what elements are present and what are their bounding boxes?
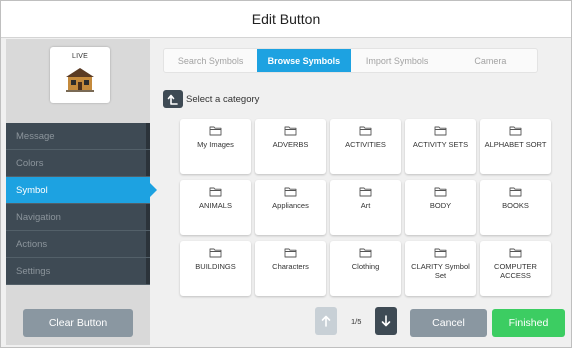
sidebar-item-edge (146, 231, 150, 257)
sidebar: LIVE Message Colors Symbol Navigation Action… (6, 39, 157, 345)
clear-button[interactable]: Clear Button (23, 309, 133, 337)
arrow-up-return-icon (167, 94, 178, 105)
folder-icon (284, 187, 297, 197)
button-preview: LIVE (50, 47, 110, 103)
page-up-button[interactable] (315, 307, 337, 335)
page-indicator: 1/5 (351, 316, 362, 326)
title-bar: Edit Button (1, 1, 571, 38)
sidebar-item-label: Navigation (16, 211, 61, 223)
folder-icon (209, 187, 222, 197)
live-label: LIVE (72, 53, 88, 60)
category-tile-activity-sets[interactable]: ACTIVITY SETS (405, 119, 476, 174)
pager: 1/5 (315, 307, 398, 335)
category-tile-label: ACTIVITIES (345, 140, 386, 149)
folder-icon (509, 248, 522, 258)
category-tile-art[interactable]: Art (330, 180, 401, 235)
category-tile-clarity-symbol-set[interactable]: CLARITY Symbol Set (405, 241, 476, 296)
folder-icon (284, 248, 297, 258)
tab-import-symbols[interactable]: Import Symbols (351, 49, 444, 72)
dialog-title: Edit Button (251, 11, 321, 27)
sidebar-item-label: Settings (16, 265, 51, 277)
category-tile-label: BODY (429, 201, 452, 210)
folder-icon (209, 248, 222, 258)
category-tile-label: Appliances (272, 201, 309, 210)
category-tile-label: Clothing (351, 262, 380, 271)
category-tile-label: BOOKS (502, 201, 529, 210)
sidebar-item-label: Actions (16, 238, 48, 250)
tab-camera[interactable]: Camera (444, 49, 537, 72)
category-tile-label: COMPUTER ACCESS (494, 262, 537, 280)
symbol-tabs: Search Symbols Browse Symbols Import Symbo… (163, 48, 538, 73)
sidebar-item-actions[interactable]: Actions (6, 231, 150, 258)
category-tile-my-images[interactable]: My Images (180, 119, 251, 174)
cancel-button[interactable]: Cancel (410, 309, 487, 337)
category-tile-appliances[interactable]: Appliances (255, 180, 326, 235)
folder-icon (509, 187, 522, 197)
sidebar-item-edge (146, 123, 150, 149)
category-grid: My Images ADVERBS ACTIVITIES ACTIVITY SETS A… (180, 119, 566, 296)
house-icon (66, 68, 94, 92)
category-tile-label: ANIMALS (199, 201, 232, 210)
edit-button-dialog: Edit Button LIVE Message Colors Symbol Navi… (0, 0, 572, 348)
folder-icon (359, 126, 372, 136)
category-tile-alphabet-sort[interactable]: ALPHABET SORT (480, 119, 551, 174)
category-tile-label: Characters (272, 262, 309, 271)
category-tile-label: BUILDINGS (195, 262, 236, 271)
arrow-up-icon (321, 315, 331, 327)
category-label: Select a category (186, 93, 260, 105)
tab-browse-symbols[interactable]: Browse Symbols (257, 49, 351, 72)
sidebar-item-label: Message (16, 130, 55, 142)
category-tile-label: Art (360, 201, 371, 210)
sidebar-item-edge (146, 150, 150, 176)
category-up-button[interactable] (163, 90, 183, 108)
tab-search-symbols[interactable]: Search Symbols (164, 49, 257, 72)
arrow-down-icon (382, 315, 391, 327)
sidebar-item-label: Colors (16, 157, 44, 169)
folder-icon (209, 126, 222, 136)
sidebar-item-settings[interactable]: Settings (6, 258, 150, 285)
folder-icon (359, 248, 372, 258)
folder-icon (509, 126, 522, 136)
category-tile-body[interactable]: BODY (405, 180, 476, 235)
sidebar-item-edge (146, 204, 150, 230)
category-tile-adverbs[interactable]: ADVERBS (255, 119, 326, 174)
sidebar-item-colors[interactable]: Colors (6, 150, 150, 177)
symbol-panel: Search Symbols Browse Symbols Import Symbo… (157, 39, 568, 345)
category-tile-label: ACTIVITY SETS (412, 140, 469, 149)
category-tile-books[interactable]: BOOKS (480, 180, 551, 235)
category-tile-label: My Images (197, 140, 234, 149)
finished-button[interactable]: Finished (492, 309, 565, 337)
page-down-button[interactable] (375, 307, 398, 335)
folder-icon (284, 126, 297, 136)
category-tile-clothing[interactable]: Clothing (330, 241, 401, 296)
category-tile-label: ADVERBS (272, 140, 309, 149)
sidebar-menu: Message Colors Symbol Navigation Actions Sett… (6, 123, 157, 285)
sidebar-item-edge (146, 258, 150, 284)
folder-icon (359, 187, 372, 197)
category-tile-buildings[interactable]: BUILDINGS (180, 241, 251, 296)
category-tile-characters[interactable]: Characters (255, 241, 326, 296)
category-tile-label: CLARITY Symbol Set (411, 262, 470, 280)
folder-icon (434, 248, 447, 258)
category-tile-label: ALPHABET SORT (484, 140, 547, 149)
folder-icon (434, 126, 447, 136)
sidebar-item-message[interactable]: Message (6, 123, 150, 150)
category-header: Select a category (163, 89, 259, 109)
category-tile-activities[interactable]: ACTIVITIES (330, 119, 401, 174)
category-tile-animals[interactable]: ANIMALS (180, 180, 251, 235)
sidebar-item-navigation[interactable]: Navigation (6, 204, 150, 231)
folder-icon (434, 187, 447, 197)
sidebar-item-symbol[interactable]: Symbol (6, 177, 157, 204)
category-tile-computer-access[interactable]: COMPUTER ACCESS (480, 241, 551, 296)
sidebar-item-label: Symbol (16, 184, 48, 196)
